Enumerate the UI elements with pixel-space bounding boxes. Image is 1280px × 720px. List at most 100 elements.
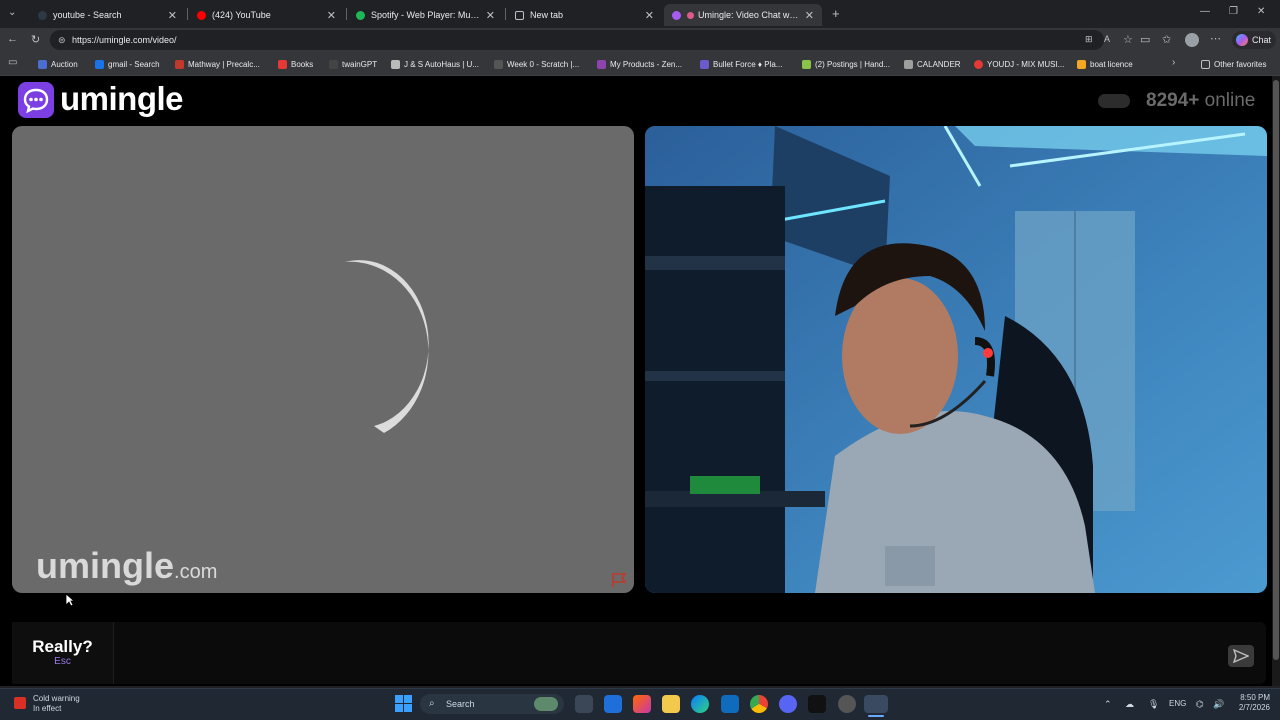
bookmark-youdj[interactable]: YOUDJ - MIX MUSI... [974, 58, 1064, 70]
window-close-icon[interactable]: ✕ [1257, 6, 1265, 17]
close-tab-icon[interactable]: ✕ [805, 9, 814, 22]
file-explorer-icon[interactable] [662, 695, 680, 713]
profile-avatar[interactable] [1185, 33, 1199, 47]
bookmark-label: Mathway | Precalc... [188, 59, 260, 69]
stop-button-shortcut: Esc [54, 656, 71, 667]
volume-icon[interactable]: 🔊 [1213, 699, 1224, 710]
show-hidden-icons-chevron-icon[interactable]: ⌃ [1104, 699, 1112, 710]
close-tab-icon[interactable]: ✕ [645, 9, 654, 22]
tab-search-menu-icon[interactable]: ⌄ [8, 7, 16, 18]
weather-widget[interactable]: Cold warning In effect [33, 694, 80, 714]
bookmark-favicon-icon [974, 59, 983, 69]
site-info-icon[interactable]: ⊜ [58, 30, 66, 50]
close-tab-icon[interactable]: ✕ [327, 9, 336, 22]
chat-message-input[interactable] [120, 630, 1210, 676]
bookmark-label: Other favorites [1214, 59, 1267, 69]
bookmark-mathway[interactable]: Mathway | Precalc... [175, 58, 260, 70]
weather-subtitle: In effect [33, 704, 62, 713]
folder-icon [1201, 59, 1210, 69]
bookmark-favicon-icon [95, 59, 104, 69]
new-tab-plus-icon[interactable]: + [832, 6, 840, 21]
favorite-star-icon[interactable]: ☆ [1123, 33, 1133, 46]
more-menu-icon[interactable]: ⋯ [1210, 32, 1221, 45]
stranger-video-panel [12, 126, 634, 593]
steam-icon[interactable] [864, 695, 888, 713]
bookmark-bullet-force[interactable]: Bullet Force ♦ Pla... [700, 58, 782, 70]
taskbar-search-box[interactable]: ⌕ Search [420, 694, 564, 714]
tab-separator [346, 8, 347, 20]
stop-button[interactable]: Really? Esc [12, 622, 114, 684]
bookmark-favicon-icon [391, 59, 400, 69]
browser-tab-spotify[interactable]: Spotify - Web Player: Music for ev... ✕ [348, 4, 503, 26]
reload-icon[interactable]: ↻ [31, 33, 40, 46]
chrome-icon[interactable] [750, 695, 768, 713]
bookmark-label: Books [291, 59, 314, 69]
tab-title: Umingle: Video Chat with Str... [698, 10, 799, 20]
close-tab-icon[interactable]: ✕ [168, 9, 177, 22]
collections-icon[interactable]: ▭ [8, 57, 17, 68]
onedrive-cloud-icon[interactable]: ☁ [1125, 699, 1134, 710]
settings-gear-icon[interactable] [838, 695, 856, 713]
bookmark-postings[interactable]: (2) Postings | Hand... [802, 58, 890, 70]
wifi-icon[interactable]: ⌬ [1196, 699, 1204, 710]
windows-logo-icon [395, 695, 412, 712]
minimize-icon[interactable]: — [1200, 6, 1210, 17]
bookmark-gmail-search[interactable]: gmail - Search [95, 58, 160, 70]
microsoft-store-icon[interactable] [604, 695, 622, 713]
discord-icon[interactable] [779, 695, 797, 713]
translate-icon[interactable]: A [1104, 34, 1110, 44]
edge-browser-icon[interactable] [691, 695, 709, 713]
bookmark-zen[interactable]: My Products - Zen... [597, 58, 682, 70]
browser-tab-umingle[interactable]: Umingle: Video Chat with Str... ✕ [664, 4, 822, 26]
bookmark-js-autohaus[interactable]: J & S AutoHaus | U... [391, 58, 479, 70]
favorites-icon[interactable]: ✩ [1162, 33, 1171, 46]
address-bar[interactable]: ⊜ https://umingle.com/video/ [50, 30, 1104, 50]
epic-games-icon[interactable] [808, 695, 826, 713]
close-tab-icon[interactable]: ✕ [486, 9, 495, 22]
outlook-icon[interactable] [721, 695, 739, 713]
copilot-app-icon[interactable] [633, 695, 651, 713]
bookmark-twaingpt[interactable]: twainGPT [329, 58, 377, 70]
bookmark-boat-licence[interactable]: boat licence [1077, 58, 1133, 70]
bookmark-auction[interactable]: Auction [38, 58, 78, 70]
umingle-logo-badge[interactable] [18, 82, 54, 118]
recording-indicator-icon [687, 11, 694, 19]
back-arrow-icon[interactable]: ← [7, 33, 18, 45]
browser-tab-new-tab[interactable]: New tab ✕ [507, 4, 662, 26]
microphone-icon[interactable]: 🎙 [1148, 699, 1159, 710]
browser-tab-youtube-search[interactable]: youtube - Search ✕ [30, 4, 185, 26]
tab-separator [187, 8, 188, 20]
read-aloud-icon[interactable]: ⊞ [1085, 34, 1093, 45]
split-screen-icon[interactable]: ▭ [1140, 33, 1150, 46]
taskbar-clock[interactable]: 8:50 PM 2/7/2026 [1230, 693, 1270, 713]
tab-title: (424) YouTube [212, 10, 271, 20]
bookmark-favicon-icon [597, 59, 606, 69]
umingle-favicon-icon [672, 10, 681, 20]
webcam-feed-image [645, 126, 1267, 593]
newtab-favicon-icon [515, 10, 524, 20]
online-counter: 8294+ online [1146, 90, 1255, 112]
bookmark-scratch[interactable]: Week 0 - Scratch |... [494, 58, 579, 70]
restore-icon[interactable]: ❐ [1229, 6, 1238, 17]
watermark-name: umingle [36, 545, 175, 586]
language-indicator[interactable]: ENG [1169, 699, 1186, 708]
spotify-favicon-icon [356, 10, 365, 20]
bookmark-calander[interactable]: CALANDER [904, 58, 961, 70]
mode-toggle-switch[interactable] [1098, 94, 1130, 108]
browser-tab-youtube[interactable]: (424) YouTube ✕ [189, 4, 344, 26]
copilot-chat-button[interactable]: Chat [1232, 31, 1276, 49]
bookmark-books[interactable]: Books [278, 58, 313, 70]
send-button[interactable] [1228, 645, 1254, 667]
task-view-icon[interactable] [575, 695, 593, 713]
online-label: online [1204, 90, 1256, 111]
weather-warning-icon[interactable] [14, 697, 26, 709]
umingle-logo-text[interactable]: umingle [60, 80, 184, 118]
scrollbar-thumb[interactable] [1273, 80, 1279, 660]
report-flag-icon[interactable] [611, 572, 629, 593]
bookmarks-overflow-chevron-icon[interactable]: › [1172, 57, 1175, 68]
start-button[interactable] [395, 695, 412, 717]
bookmark-label: YOUDJ - MIX MUSI... [987, 59, 1065, 69]
bookmark-label: Bullet Force ♦ Pla... [713, 59, 783, 69]
other-favorites-folder[interactable]: Other favorites [1201, 58, 1266, 70]
clock-date: 2/7/2026 [1238, 703, 1270, 712]
